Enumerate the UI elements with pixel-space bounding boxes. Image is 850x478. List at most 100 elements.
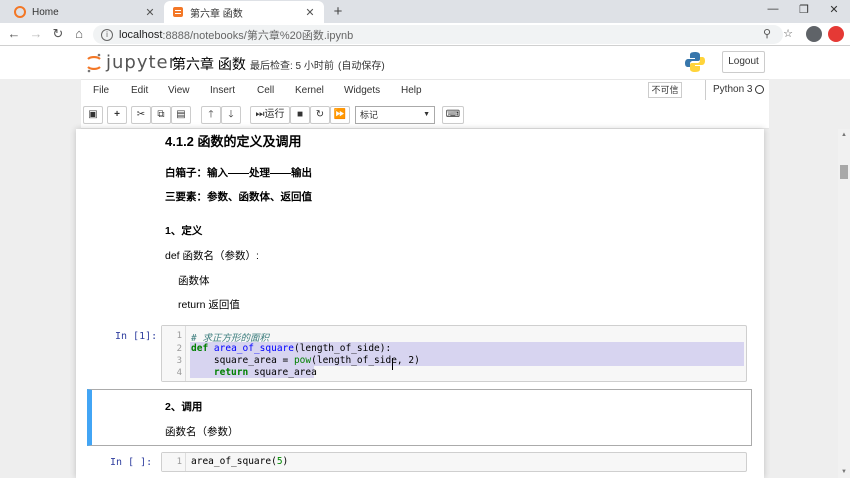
code-line: square_area = pow(length_of_side, 2) [191, 355, 420, 366]
kernel-name[interactable]: Python 3 [705, 80, 752, 100]
close-icon[interactable]: ✕ [144, 6, 156, 19]
back-icon[interactable]: ← [6, 26, 22, 42]
jupyter-logo-icon [87, 53, 101, 72]
code-keyword: return [191, 367, 249, 378]
move-up-icon[interactable]: 🡑 [201, 106, 221, 124]
keyboard-icon[interactable]: ⌨ [442, 106, 464, 124]
checkpoint-status: 最后检查: 5 小时前 [250, 61, 334, 72]
section-heading: 4.1.2 函数的定义及调用 [165, 134, 302, 149]
code-text: (length_of_side): [293, 343, 392, 354]
url-host: localhost [119, 28, 163, 41]
window-close-icon[interactable]: ✕ [824, 3, 844, 16]
menu-cell[interactable]: Cell [257, 85, 274, 96]
menu-file[interactable]: File [93, 85, 109, 96]
new-tab-icon[interactable]: + [330, 3, 346, 20]
cell-type-select[interactable]: 标记 ▼ [355, 106, 435, 124]
tab-title: Home [32, 6, 59, 18]
interrupt-icon[interactable]: ■ [290, 106, 310, 124]
autosave-status: (自动保存) [338, 61, 385, 72]
markdown-line: return 返回值 [178, 299, 240, 311]
restore-icon[interactable]: ❐ [794, 3, 814, 16]
code-line: def area_of_square(length_of_side): [191, 343, 391, 354]
run-button[interactable]: ⏭运行 [250, 106, 290, 124]
url-path: :8888/notebooks/第六章%20函数.ipynb [162, 29, 354, 42]
jupyter-header: jupyter 第六章 函数 最后检查: 5 小时前 (自动保存) Logout [0, 46, 850, 79]
code-line: return square_area [191, 367, 317, 378]
code-text: ) [282, 456, 289, 467]
address-bar-row: ← → ↻ ⌂ i localhost:8888/notebooks/第六章%2… [0, 23, 850, 46]
menu-widgets[interactable]: Widgets [344, 85, 380, 96]
extension-icon[interactable] [828, 26, 844, 42]
close-icon[interactable]: ✕ [304, 6, 316, 19]
markdown-line: 函数体 [178, 275, 210, 287]
line-number: 4 [176, 368, 182, 378]
trusted-badge[interactable]: 不可信 [648, 82, 682, 98]
jupyter-logo[interactable]: jupyter [86, 52, 177, 73]
markdown-subheading: 1、定义 [165, 225, 203, 237]
line-number: 2 [176, 344, 182, 354]
profile-avatar-icon[interactable] [806, 26, 822, 42]
move-down-icon[interactable]: 🡓 [221, 106, 241, 124]
jupyter-logo-text: jupyter [106, 52, 178, 73]
menu-edit[interactable]: Edit [131, 85, 148, 96]
browser-tab-strip: Home ✕ 第六章 函数 ✕ + — ❐ ✕ [0, 0, 850, 23]
forward-icon[interactable]: → [28, 26, 44, 42]
bookmark-star-icon[interactable]: ☆ [781, 27, 795, 40]
line-number: 1 [176, 331, 182, 341]
scrollbar-thumb[interactable] [840, 165, 848, 179]
text-cursor-icon [392, 358, 393, 370]
url-input[interactable]: i localhost:8888/notebooks/第六章%20函数.ipyn… [93, 25, 783, 44]
copy-icon[interactable]: ⧉ [151, 106, 171, 124]
menu-help[interactable]: Help [401, 85, 422, 96]
tab-title: 第六章 函数 [190, 8, 243, 20]
code-function-call: area_of_square [191, 456, 272, 467]
paste-icon[interactable]: ▤ [171, 106, 191, 124]
restart-run-all-icon[interactable]: ⏩ [330, 106, 350, 124]
jupyter-favicon [14, 6, 26, 18]
browser-tab-home[interactable]: Home ✕ [6, 1, 164, 23]
code-builtin: pow [293, 355, 312, 366]
chevron-down-icon: ▼ [423, 111, 430, 118]
scrollbar[interactable]: ▲ ▼ [838, 129, 850, 478]
menu-kernel[interactable]: Kernel [295, 85, 324, 96]
code-text: (length_of_side, 2) [311, 355, 420, 366]
scroll-down-icon[interactable]: ▼ [841, 469, 847, 475]
home-icon[interactable]: ⌂ [71, 26, 87, 42]
save-icon[interactable]: ▣ [83, 106, 103, 124]
notebook-title[interactable]: 第六章 函数 [172, 54, 246, 74]
run-label: 运行 [264, 109, 285, 120]
insert-cell-icon[interactable]: + [107, 106, 127, 124]
line-number: 1 [176, 457, 182, 467]
code-text: square_area = [191, 355, 294, 366]
code-text: square_area [248, 367, 317, 378]
python-logo-icon [685, 52, 705, 72]
input-prompt: In [1]: [115, 331, 158, 342]
code-comment: # 求正方形的面积 [191, 333, 269, 344]
kernel-idle-indicator [755, 85, 764, 94]
cut-icon[interactable]: ✂ [131, 106, 151, 124]
line-number: 3 [176, 356, 182, 366]
input-prompt: In [ ]: [110, 457, 153, 468]
code-cell-editor[interactable]: 1 2 3 4 # 求正方形的面积 def area_of_square(len… [161, 325, 747, 382]
code-line: area_of_square(5) [191, 456, 288, 467]
markdown-line: 三要素：参数、函数体、返回值 [165, 191, 312, 203]
minimize-icon[interactable]: — [763, 3, 783, 15]
restart-icon[interactable]: ↻ [310, 106, 330, 124]
code-function-name: area_of_square [213, 343, 294, 354]
markdown-line: 函数名（参数） [165, 426, 239, 438]
info-icon[interactable]: i [101, 28, 113, 41]
run-icon: ⏭ [255, 109, 265, 120]
menu-insert[interactable]: Insert [210, 85, 235, 96]
code-keyword: def [191, 343, 209, 354]
logout-button[interactable]: Logout [722, 51, 765, 73]
markdown-subheading: 2、调用 [165, 401, 203, 413]
menu-view[interactable]: View [168, 85, 190, 96]
code-cell-editor[interactable]: 1 area_of_square(5) [161, 452, 747, 472]
markdown-line: def 函数名（参数）: [165, 250, 259, 262]
browser-tab-notebook[interactable]: 第六章 函数 ✕ [164, 1, 324, 23]
reload-icon[interactable]: ↻ [50, 26, 66, 42]
cell-type-value: 标记 [360, 110, 379, 120]
scroll-up-icon[interactable]: ▲ [841, 132, 847, 138]
notebook-favicon [172, 6, 184, 18]
zoom-icon[interactable]: ⚲ [760, 27, 774, 40]
